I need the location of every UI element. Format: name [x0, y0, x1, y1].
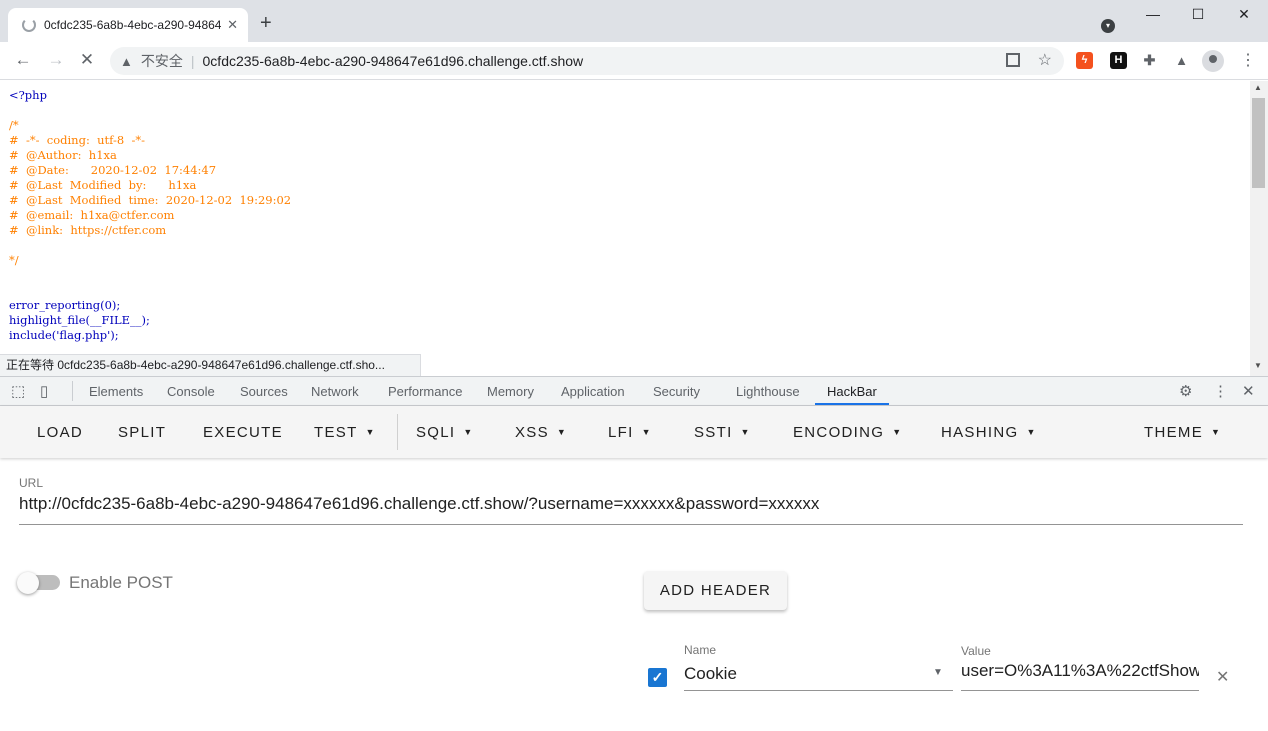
enable-post-label[interactable]: Enable POST: [69, 573, 173, 593]
remove-header-icon[interactable]: ✕: [1216, 667, 1229, 687]
theme-menu-button[interactable]: THEME ▼: [1144, 424, 1221, 441]
profile-avatar[interactable]: [1202, 50, 1224, 72]
code-line: <?php: [9, 88, 47, 102]
address-bar[interactable]: ▲ 不安全 | 0cfdc235-6a8b-4ebc-a290-948647e6…: [110, 47, 1064, 75]
loading-spinner-icon: [22, 18, 36, 32]
chevron-down-icon: ▼: [463, 427, 474, 437]
code-line: */: [9, 253, 19, 267]
chevron-down-icon: ▼: [1026, 427, 1037, 437]
devtools-tab-network[interactable]: Network: [311, 384, 359, 399]
code-line: error_reporting(0);: [9, 298, 121, 312]
ssti-menu-button[interactable]: SSTI ▼: [694, 424, 751, 441]
code-line: # -*- coding: utf-8 -*-: [9, 133, 146, 147]
devtools-tab-performance[interactable]: Performance: [388, 384, 462, 399]
chevron-down-icon[interactable]: ▼: [933, 667, 943, 678]
split-button[interactable]: SPLIT: [118, 424, 166, 441]
header-value-input[interactable]: user=O%3A11%3A%22ctfShowUser%22: [961, 661, 1199, 691]
code-line: /*: [9, 118, 19, 132]
new-tab-button[interactable]: +: [260, 13, 272, 33]
header-name-select[interactable]: Cookie: [684, 664, 953, 691]
scroll-up-icon[interactable]: ▲: [1254, 83, 1262, 92]
browser-tab[interactable]: 0cfdc235-6a8b-4ebc-a290-948647e61d96.cha…: [8, 8, 248, 42]
code-line: # @Date: 2020-12-02 17:44:47: [9, 163, 217, 177]
warning-icon: ▲: [120, 53, 133, 69]
devtools-tab-lighthouse[interactable]: Lighthouse: [736, 384, 800, 399]
stop-button[interactable]: ✕: [76, 50, 98, 70]
devtools-tab-security[interactable]: Security: [653, 384, 700, 399]
devtools-tab-console[interactable]: Console: [167, 384, 215, 399]
divider: [72, 381, 73, 401]
scroll-down-icon[interactable]: ▼: [1254, 361, 1262, 370]
load-button[interactable]: LOAD: [37, 424, 83, 441]
status-bubble: 正在等待 0cfdc235-6a8b-4ebc-a290-948647e61d9…: [0, 354, 421, 376]
enable-post-toggle[interactable]: [17, 572, 39, 594]
header-value-label: Value: [961, 644, 991, 658]
device-toolbar-icon[interactable]: ▯: [40, 382, 48, 400]
code-line: # @Author: h1xa: [9, 148, 117, 162]
avatar-head: [1209, 55, 1217, 63]
chevron-down-icon: ▼: [740, 427, 751, 437]
close-tab-icon[interactable]: ✕: [227, 17, 238, 33]
code-line: # @email: h1xa@ctfer.com: [9, 208, 175, 222]
chevron-down-icon: ▼: [641, 427, 652, 437]
url-label: URL: [19, 476, 44, 490]
header-enabled-checkbox[interactable]: ✓: [648, 668, 667, 687]
test-menu-button[interactable]: TEST ▼: [314, 424, 376, 441]
forward-button[interactable]: →: [45, 50, 67, 70]
flask-icon[interactable]: ▲: [1173, 52, 1190, 69]
toolbar-divider: [397, 414, 398, 450]
code-line: # @Last Modified time: 2020-12-02 19:29:…: [9, 193, 292, 207]
bookmark-star-icon[interactable]: ☆: [1038, 50, 1052, 70]
extensions-puzzle-icon[interactable]: ✚: [1141, 52, 1158, 69]
address-url[interactable]: 0cfdc235-6a8b-4ebc-a290-948647e61d96.cha…: [203, 53, 584, 69]
chevron-down-icon: ▼: [1211, 427, 1222, 437]
url-input[interactable]: http://0cfdc235-6a8b-4ebc-a290-948647e61…: [19, 494, 1243, 525]
source-code-view: <?php /* # -*- coding: utf-8 -*- # @Author:…: [0, 81, 1250, 376]
tab-search-icon[interactable]: ▾: [1101, 19, 1115, 33]
chevron-down-icon: ▼: [892, 427, 903, 437]
browser-menu-icon[interactable]: ⋮: [1240, 50, 1256, 70]
minimize-button[interactable]: —: [1143, 6, 1163, 22]
qr-code-icon[interactable]: [1006, 53, 1020, 67]
maximize-button[interactable]: ☐: [1188, 6, 1208, 23]
inspect-element-icon[interactable]: ⬚: [11, 382, 25, 400]
code-line: highlight_file(__FILE__);: [9, 313, 150, 327]
execute-button[interactable]: EXECUTE: [203, 424, 283, 441]
code-line: # @link: https://ctfer.com: [9, 223, 167, 237]
security-label[interactable]: 不安全: [141, 51, 183, 71]
devtools-tab-application[interactable]: Application: [561, 384, 625, 399]
header-name-label: Name: [684, 643, 717, 657]
chevron-down-icon: ▼: [365, 427, 376, 437]
extension-hackbar-icon[interactable]: H: [1110, 52, 1127, 69]
devtools-menu-icon[interactable]: ⋮: [1213, 382, 1228, 400]
separator: |: [190, 53, 195, 69]
back-button[interactable]: ←: [12, 50, 34, 70]
code-line: # @Last Modified by: h1xa: [9, 178, 197, 192]
chevron-down-icon: ▼: [556, 427, 568, 437]
devtools-tab-sources[interactable]: Sources: [240, 384, 288, 399]
settings-gear-icon[interactable]: ⚙: [1179, 382, 1192, 400]
code-line: include('flag.php');: [9, 328, 119, 342]
extension-bolt-icon[interactable]: ϟ: [1076, 52, 1093, 69]
xss-menu-button[interactable]: XSS ▼: [515, 424, 567, 441]
hashing-menu-button[interactable]: HASHING ▼: [941, 424, 1037, 441]
sqli-menu-button[interactable]: SQLI ▼: [416, 424, 474, 441]
devtools-tab-memory[interactable]: Memory: [487, 384, 534, 399]
devtools-tab-hackbar[interactable]: HackBar: [827, 384, 877, 399]
add-header-button[interactable]: ADD HEADER: [644, 571, 787, 610]
encoding-menu-button[interactable]: ENCODING ▼: [793, 424, 902, 441]
close-devtools-icon[interactable]: ✕: [1242, 382, 1255, 400]
close-window-button[interactable]: ✕: [1234, 6, 1254, 23]
tab-title: 0cfdc235-6a8b-4ebc-a290-948647e61d96.cha…: [44, 18, 222, 32]
devtools-tab-elements[interactable]: Elements: [89, 384, 143, 399]
lfi-menu-button[interactable]: LFI ▼: [608, 424, 652, 441]
scrollbar-thumb[interactable]: [1252, 98, 1265, 188]
